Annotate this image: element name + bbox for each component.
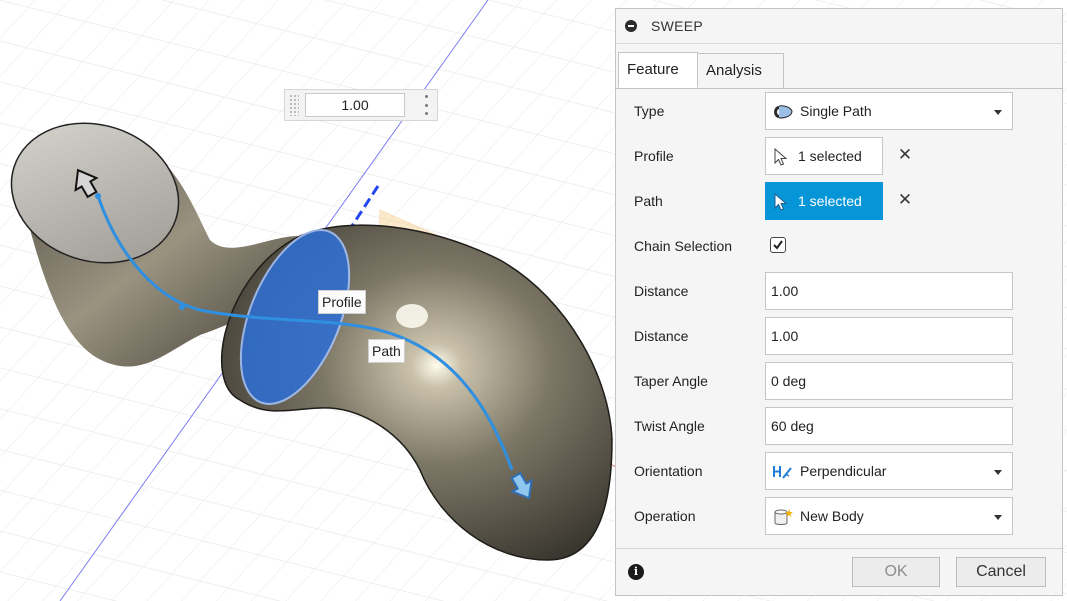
operation-row: Operation New Body: [616, 497, 1062, 537]
orientation-row: Orientation Perpendicular: [616, 452, 1062, 492]
operation-label: Operation: [634, 508, 696, 524]
orientation-label: Orientation: [634, 463, 703, 479]
chevron-down-icon: [994, 470, 1002, 475]
chain-selection-label: Chain Selection: [634, 238, 733, 254]
more-options-icon[interactable]: [423, 95, 429, 115]
distance-1-row: Distance 1.00: [616, 272, 1062, 312]
distance-1-label: Distance: [634, 283, 689, 299]
path-row: Path 1 selected ✕: [616, 182, 1062, 222]
profile-select-button[interactable]: 1 selected: [765, 137, 883, 175]
dialog-title: SWEEP: [651, 18, 704, 34]
collapse-icon[interactable]: [625, 20, 637, 32]
path-point: [179, 304, 185, 310]
twist-angle-input[interactable]: 60 deg: [765, 407, 1013, 445]
dialog-body: Type Single Path Profile 1 selected ✕ Pa…: [616, 89, 1062, 549]
new-body-icon: [774, 509, 793, 525]
checkmark-icon: [773, 240, 783, 250]
cursor-icon: [774, 193, 788, 211]
type-label: Type: [634, 103, 665, 119]
path-value: 1 selected: [798, 193, 862, 209]
path-canvas-label: Path: [368, 339, 405, 363]
dimension-input[interactable]: [305, 93, 405, 117]
tab-feature[interactable]: Feature: [618, 52, 698, 88]
sweep-dialog: SWEEP Feature Analysis Type Single Path …: [615, 8, 1063, 596]
ok-button[interactable]: OK: [852, 557, 940, 587]
clear-profile-icon[interactable]: ✕: [897, 145, 913, 165]
twist-angle-row: Twist Angle 60 deg: [616, 407, 1062, 447]
info-icon[interactable]: i: [628, 564, 644, 580]
distance-2-input[interactable]: 1.00: [765, 317, 1013, 355]
taper-angle-row: Taper Angle 0 deg: [616, 362, 1062, 402]
chevron-down-icon: [994, 110, 1002, 115]
profile-label: Profile: [634, 148, 674, 164]
cancel-button[interactable]: Cancel: [956, 557, 1046, 587]
type-select[interactable]: Single Path: [765, 92, 1013, 130]
path-label: Path: [634, 193, 663, 209]
dialog-footer: i OK Cancel: [616, 548, 1062, 595]
path-start-point: [95, 193, 101, 199]
distance-1-value: 1.00: [771, 283, 799, 299]
operation-value: New Body: [800, 508, 864, 524]
taper-angle-label: Taper Angle: [634, 373, 708, 389]
tab-analysis[interactable]: Analysis: [698, 53, 784, 88]
orientation-value: Perpendicular: [800, 463, 887, 479]
chain-selection-checkbox[interactable]: [770, 237, 786, 253]
distance-1-input[interactable]: 1.00: [765, 272, 1013, 310]
type-value: Single Path: [800, 103, 872, 119]
taper-angle-input[interactable]: 0 deg: [765, 362, 1013, 400]
distance-2-label: Distance: [634, 328, 689, 344]
chain-selection-row: Chain Selection: [616, 227, 1062, 267]
chevron-down-icon: [994, 515, 1002, 520]
operation-select[interactable]: New Body: [765, 497, 1013, 535]
distance-2-value: 1.00: [771, 328, 799, 344]
dialog-header: SWEEP: [616, 9, 1062, 44]
profile-canvas-label: Profile: [318, 290, 366, 314]
distance-2-row: Distance 1.00: [616, 317, 1062, 357]
profile-value: 1 selected: [798, 148, 862, 164]
taper-angle-value: 0 deg: [771, 373, 807, 389]
type-row: Type Single Path: [616, 92, 1062, 132]
clear-path-icon[interactable]: ✕: [897, 190, 913, 210]
twist-angle-label: Twist Angle: [634, 418, 705, 434]
body-highlight: [396, 304, 428, 328]
profile-row: Profile 1 selected ✕: [616, 137, 1062, 177]
twist-angle-value: 60 deg: [771, 418, 814, 434]
single-path-icon: [774, 105, 793, 119]
orientation-select[interactable]: Perpendicular: [765, 452, 1013, 490]
path-select-button[interactable]: 1 selected: [765, 182, 883, 220]
cursor-icon: [774, 148, 788, 166]
perpendicular-icon: [773, 466, 792, 479]
tab-bar: Feature Analysis: [616, 44, 1062, 89]
drag-grip-icon[interactable]: [289, 94, 299, 116]
dimension-input-box[interactable]: [284, 89, 438, 121]
